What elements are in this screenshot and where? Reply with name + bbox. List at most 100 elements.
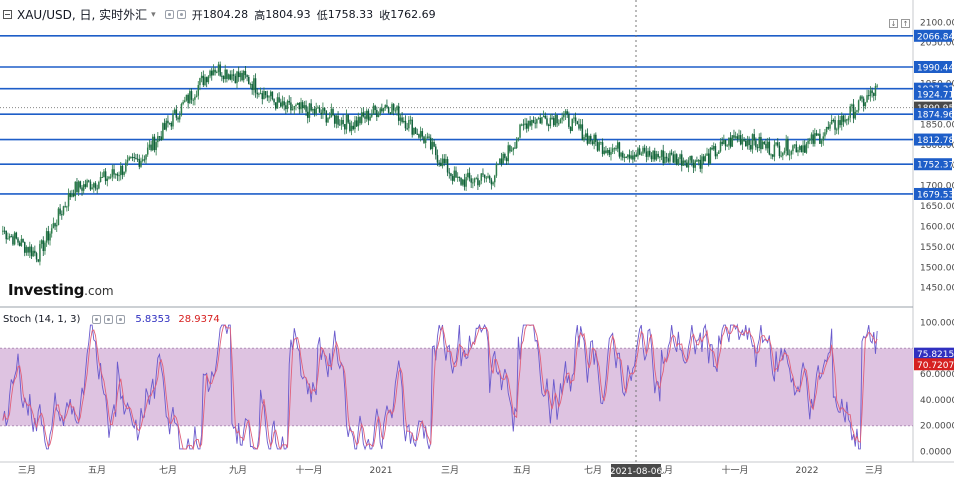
candle-body	[645, 151, 648, 157]
chevron-down-icon[interactable]: ▾	[151, 10, 156, 20]
scale-up-icon[interactable]: ↑	[901, 19, 910, 28]
candle-body	[101, 176, 103, 178]
candle-body	[714, 146, 717, 157]
candle-body	[622, 152, 624, 158]
stoch-title[interactable]: Stoch (14, 1, 3)	[3, 314, 80, 325]
candle-body	[480, 173, 483, 181]
high-label: 高	[254, 8, 266, 22]
candle-body	[756, 147, 759, 149]
candle-body	[460, 177, 462, 185]
candle-body	[251, 84, 253, 91]
candle-body	[812, 134, 814, 144]
candle-body	[3, 230, 6, 232]
candle-body	[448, 172, 451, 174]
candle-body	[310, 103, 312, 111]
candle-body	[827, 126, 830, 129]
candle-body	[711, 147, 713, 150]
candle-body	[40, 240, 43, 244]
price-tick-label: 1500.00	[920, 263, 954, 273]
candle-body	[98, 181, 100, 189]
close-icon[interactable]	[116, 315, 126, 324]
candle-body	[694, 160, 696, 168]
candle-body	[99, 177, 102, 182]
time-tick-label: 三月	[441, 465, 459, 476]
candle-body	[679, 154, 681, 160]
candle-body	[628, 154, 631, 159]
settings-icon[interactable]	[104, 315, 114, 324]
time-tick-label: 十一月	[721, 464, 748, 476]
candle-body	[87, 180, 90, 182]
candle-body	[424, 138, 427, 143]
candle-body	[847, 117, 850, 121]
candle-body	[861, 96, 863, 99]
minus-box-icon[interactable]	[3, 10, 12, 19]
candle-body	[616, 142, 619, 149]
candle-body	[797, 149, 799, 153]
price-tick-label: 1550.00	[920, 243, 954, 253]
candle-body	[355, 120, 358, 127]
candle-body	[851, 104, 853, 107]
candle-body	[111, 169, 114, 177]
candle-body	[773, 144, 776, 157]
candle-body	[278, 97, 280, 103]
candle-body	[529, 120, 531, 126]
candle-body	[158, 136, 161, 138]
candle-body	[241, 72, 243, 81]
candle-body	[413, 127, 415, 135]
candle-body	[152, 136, 154, 151]
stoch-d-label: 70.7207	[917, 361, 954, 371]
candle-body	[450, 173, 452, 177]
candle-body	[199, 78, 201, 86]
price-tick-label: 1650.00	[920, 202, 954, 212]
candle-body	[807, 140, 809, 144]
eye-icon[interactable]	[164, 10, 174, 19]
candle-body	[702, 156, 705, 162]
candle-body	[763, 141, 766, 144]
candle-body	[435, 146, 437, 156]
settings-icon[interactable]	[176, 10, 186, 19]
candle-body	[654, 150, 656, 160]
symbol-title[interactable]: XAU/USD, 日, 实时外汇	[17, 6, 147, 23]
candle-body	[2, 230, 4, 232]
candle-body	[477, 178, 479, 186]
candle-body	[160, 136, 162, 141]
candle-body	[418, 134, 420, 138]
high-value: 1804.93	[265, 8, 311, 21]
candle-body	[81, 187, 83, 191]
candle-body	[648, 150, 651, 156]
candle-body	[832, 119, 835, 121]
candle-body	[89, 181, 92, 190]
candle-body	[686, 162, 688, 168]
candle-body	[224, 69, 226, 80]
candle-body	[856, 110, 858, 112]
candle-body	[69, 193, 71, 197]
candle-body	[222, 75, 225, 80]
scale-down-icon[interactable]: ↓	[889, 19, 898, 28]
candle-body	[595, 134, 597, 142]
chart-canvas[interactable]: 2100.002050.001950.001850.001800.001750.…	[0, 0, 954, 478]
candle-body	[271, 91, 274, 100]
eye-icon[interactable]	[92, 315, 102, 324]
candle-body	[34, 250, 36, 254]
candle-body	[210, 70, 213, 76]
candle-body	[451, 176, 454, 181]
candle-body	[724, 139, 727, 147]
candle-body	[212, 69, 215, 76]
candle-body	[441, 158, 444, 167]
candle-body	[114, 173, 117, 175]
candle-body	[817, 133, 819, 136]
candle-body	[248, 76, 250, 85]
candle-body	[91, 187, 93, 190]
candle-body	[72, 193, 75, 197]
candle-body	[655, 153, 658, 160]
candle-body	[620, 152, 622, 157]
candle-body	[84, 184, 87, 187]
candle-body	[231, 74, 233, 80]
candle-body	[472, 182, 474, 184]
candle-body	[532, 120, 535, 123]
candle-body	[615, 148, 617, 150]
candle-body	[104, 171, 107, 182]
stoch-tick-label: 40.0000	[920, 396, 954, 406]
logo-brand: Investing	[8, 281, 85, 299]
candle-body	[712, 146, 715, 150]
